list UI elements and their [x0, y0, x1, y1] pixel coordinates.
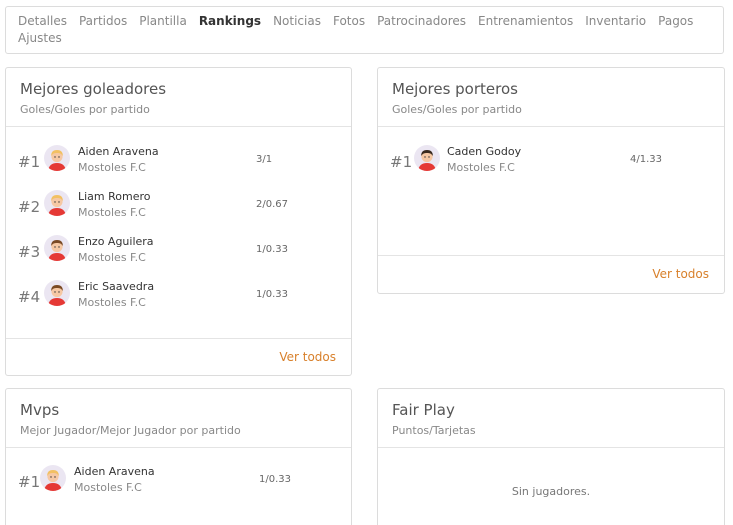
- card-subtitle: Puntos/Tarjetas: [392, 424, 476, 437]
- player-stat: 4/1.33: [630, 154, 662, 165]
- player-name[interactable]: Caden Godoy: [447, 145, 521, 159]
- player-name[interactable]: Aiden Aravena: [74, 465, 155, 479]
- card-goleadores: Mejores goleadores Goles/Goles por parti…: [5, 67, 352, 376]
- card-subtitle: Goles/Goles por partido: [392, 103, 522, 116]
- card-subtitle: Goles/Goles por partido: [20, 103, 150, 116]
- tab-pagos[interactable]: Pagos: [658, 13, 693, 30]
- card-footer: Ver todos: [378, 255, 724, 293]
- ranking-row[interactable]: #4 Eric Saavedra Mostoles F.C 1/0.33: [6, 280, 351, 320]
- card-footer: Ver todos: [6, 338, 351, 375]
- tab-inventario[interactable]: Inventario: [585, 13, 646, 30]
- card-title: Mvps: [20, 401, 60, 419]
- rank-number: #1: [18, 153, 41, 171]
- player-stat: 1/0.33: [259, 474, 291, 485]
- rank-number: #1: [18, 473, 41, 491]
- tab-entrenamientos[interactable]: Entrenamientos: [478, 13, 573, 30]
- card-header: Mvps Mejor Jugador/Mejor Jugador por par…: [6, 389, 351, 448]
- card-fairplay: Fair Play Puntos/Tarjetas Sin jugadores.: [377, 388, 725, 525]
- player-team: Mostoles F.C: [447, 161, 515, 174]
- tab-rankings[interactable]: Rankings: [199, 13, 261, 30]
- ranking-row[interactable]: #1 Aiden Aravena Mostoles F.C 3/1: [6, 145, 351, 185]
- card-header: Mejores goleadores Goles/Goles por parti…: [6, 68, 351, 127]
- player-avatar-icon: [40, 465, 66, 491]
- player-team: Mostoles F.C: [78, 206, 146, 219]
- player-team: Mostoles F.C: [78, 296, 146, 309]
- tab-ajustes[interactable]: Ajustes: [18, 30, 62, 47]
- player-stat: 3/1: [256, 154, 273, 165]
- tab-partidos[interactable]: Partidos: [79, 13, 127, 30]
- card-porteros: Mejores porteros Goles/Goles por partido…: [377, 67, 725, 294]
- rank-number: #1: [390, 153, 413, 171]
- card-title: Mejores goleadores: [20, 80, 167, 98]
- empty-message: Sin jugadores.: [511, 485, 591, 498]
- ver-todos-link[interactable]: Ver todos: [652, 267, 709, 281]
- card-title: Fair Play: [392, 401, 455, 419]
- tab-detalles[interactable]: Detalles: [18, 13, 67, 30]
- player-stat: 2/0.67: [256, 199, 288, 210]
- card-header: Mejores porteros Goles/Goles por partido: [378, 68, 724, 127]
- player-stat: 1/0.33: [256, 244, 288, 255]
- ranking-row[interactable]: #3 Enzo Aguilera Mostoles F.C 1/0.33: [6, 235, 351, 275]
- player-avatar-icon: [44, 145, 70, 171]
- ranking-row[interactable]: #1 Caden Godoy Mostoles F.C 4/1.33: [378, 145, 724, 185]
- ranking-row[interactable]: #2 Liam Romero Mostoles F.C 2/0.67: [6, 190, 351, 230]
- tab-noticias[interactable]: Noticias: [273, 13, 321, 30]
- ver-todos-link[interactable]: Ver todos: [279, 350, 336, 364]
- card-title: Mejores porteros: [392, 80, 518, 98]
- player-avatar-icon: [44, 190, 70, 216]
- tab-patrocinadores[interactable]: Patrocinadores: [377, 13, 466, 30]
- tab-plantilla[interactable]: Plantilla: [139, 13, 187, 30]
- player-team: Mostoles F.C: [78, 161, 146, 174]
- player-team: Mostoles F.C: [74, 481, 142, 494]
- player-avatar-icon: [44, 280, 70, 306]
- player-name[interactable]: Aiden Aravena: [78, 145, 159, 159]
- player-stat: 1/0.33: [256, 289, 288, 300]
- player-name[interactable]: Enzo Aguilera: [78, 235, 154, 249]
- rank-number: #3: [18, 243, 41, 261]
- ranking-row[interactable]: #1 Aiden Aravena Mostoles F.C 1/0.33: [6, 465, 351, 505]
- player-team: Mostoles F.C: [78, 251, 146, 264]
- card-header: Fair Play Puntos/Tarjetas: [378, 389, 724, 448]
- card-mvps: Mvps Mejor Jugador/Mejor Jugador por par…: [5, 388, 352, 525]
- tab-bar: Detalles Partidos Plantilla Rankings Noticia…: [5, 6, 724, 54]
- player-avatar-icon: [414, 145, 440, 171]
- player-name[interactable]: Liam Romero: [78, 190, 151, 204]
- rank-number: #4: [18, 288, 41, 306]
- player-name[interactable]: Eric Saavedra: [78, 280, 154, 294]
- player-avatar-icon: [44, 235, 70, 261]
- rank-number: #2: [18, 198, 41, 216]
- tab-fotos[interactable]: Fotos: [333, 13, 365, 30]
- card-subtitle: Mejor Jugador/Mejor Jugador por partido: [20, 424, 241, 437]
